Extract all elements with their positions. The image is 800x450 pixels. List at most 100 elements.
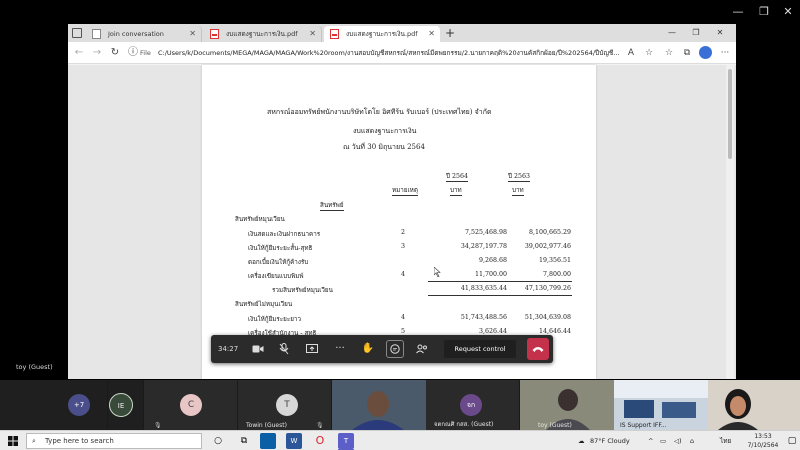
cortana-icon[interactable]: ○ (210, 433, 226, 449)
tab-pdf-2[interactable]: งบแสดงฐานะการเงิน.pdf ✕ (324, 26, 440, 42)
request-control-button[interactable]: Request control (444, 340, 516, 358)
tab-label: Join conversation (108, 30, 164, 38)
url-scheme: File (140, 49, 151, 57)
refresh-icon[interactable]: ↻ (108, 46, 122, 60)
presenter-name: toy (Guest) (16, 363, 53, 371)
more-actions-icon[interactable]: ··· (331, 340, 349, 358)
participant-avatar: C (180, 394, 202, 416)
section-assets: สินทรัพย์ (320, 202, 344, 211)
tab-join-conversation[interactable]: Join conversation ✕ (86, 26, 202, 42)
pdf-scrollbar[interactable] (726, 65, 734, 379)
page-icon (92, 29, 101, 39)
browser-close-button[interactable]: ✕ (710, 26, 730, 40)
mic-muted-icon: 🎙 (316, 422, 324, 429)
hang-up-button[interactable] (527, 338, 549, 360)
raise-hand-icon[interactable]: ✋ (359, 340, 377, 358)
edge-icon[interactable] (260, 433, 276, 449)
browser-minimize-button[interactable]: — (662, 26, 682, 40)
row-note: 3 (401, 243, 406, 250)
row-value-2: 7,800.00 (542, 271, 571, 278)
participant-name: IS Support IFF... (620, 422, 667, 429)
doc-subtitle: งบแสดงฐานะการเงิน (353, 127, 417, 135)
section-current-assets: สินทรัพย์หมุนเวียน (235, 216, 285, 223)
participant-overflow[interactable]: +7 (0, 380, 108, 430)
opera-icon[interactable]: O (312, 433, 328, 449)
notifications-icon[interactable]: ▢ (786, 433, 798, 449)
search-icon: ⌕ (32, 437, 36, 445)
collections-icon[interactable]: ⧉ (680, 46, 694, 60)
read-aloud-icon[interactable]: A (624, 46, 638, 60)
favorite-icon[interactable]: ☆ (642, 46, 656, 60)
profile-avatar[interactable] (699, 46, 712, 59)
url-field[interactable]: File C:/Users/k/Documents/MEGA/MAGA/MAGA… (140, 46, 620, 60)
back-icon[interactable]: ← (72, 46, 86, 60)
participant-video[interactable] (708, 380, 800, 430)
forward-icon[interactable]: → (90, 46, 104, 60)
pdf-icon (330, 29, 339, 39)
participants-icon[interactable] (413, 340, 431, 358)
col-unit-2: บาท (512, 187, 524, 196)
share-screen-icon[interactable] (303, 340, 321, 358)
windows-start-icon[interactable] (5, 433, 21, 449)
col-year-2: ปี 2563 (508, 173, 531, 182)
participant-avatar: จก (460, 394, 482, 416)
word-icon[interactable]: W (286, 433, 302, 449)
weather-icon[interactable]: ☁ (578, 431, 585, 450)
pdf-page: สหกรณ์ออมทรัพย์พนักงานบริษัทโตโย อิศทีร้… (202, 65, 596, 379)
info-icon[interactable]: ⓘ (126, 46, 140, 60)
participant-name: toy (Guest) (538, 422, 572, 429)
tab-pdf-1[interactable]: งบแสดงฐานะการเงิน.pdf ✕ (204, 26, 322, 42)
mouse-cursor-icon (434, 267, 441, 277)
total-current-value-2: 47,130,799.26 (524, 285, 571, 292)
clock-time: 13:53 (754, 433, 772, 440)
chat-icon[interactable] (386, 340, 404, 358)
close-tab-icon[interactable]: ✕ (189, 26, 196, 42)
participants-strip: +7 IE C 🎙 T Towin (Guest) 🎙 จก จตกณศิ กส… (0, 380, 800, 430)
participant-tile[interactable]: T Towin (Guest) 🎙 (238, 380, 332, 430)
col-year-1: ปี 2564 (446, 173, 469, 182)
participant-video[interactable]: IS Support IFF... (614, 380, 708, 430)
url-text: C:/Users/k/Documents/MEGA/MAGA/MAGA/Work… (157, 49, 620, 57)
taskbar-search-input[interactable]: ⌕ Type here to search (26, 433, 202, 449)
browser-restore-button[interactable]: ❐ (686, 26, 706, 40)
network-icon[interactable]: ▭ (660, 431, 666, 450)
taskbar-clock[interactable]: 13:53 7/10/2564 (740, 432, 786, 450)
weather-text[interactable]: 87°F Cloudy (590, 431, 630, 450)
mic-muted-icon[interactable] (275, 340, 293, 358)
scroll-thumb[interactable] (728, 69, 732, 159)
close-tab-icon[interactable]: ✕ (428, 26, 435, 42)
teams-icon[interactable]: T (338, 433, 354, 449)
participant-tile[interactable]: จก จตกณศิ กสส. (Guest) (426, 380, 520, 430)
more-icon[interactable]: ··· (718, 46, 732, 60)
search-placeholder: Type here to search (45, 437, 114, 445)
row-value-2: 51,304,639.08 (524, 314, 571, 321)
call-toolbar: 34:27 ··· ✋ Request control (211, 335, 553, 363)
call-timer: 34:27 (218, 345, 239, 353)
participant-video[interactable] (332, 380, 426, 430)
tab-actions-icon[interactable] (72, 28, 82, 38)
row-label: เงินให้กู้ยืมระยะสั้น-สุทธิ (248, 245, 313, 252)
new-tab-button[interactable]: + (443, 26, 457, 40)
close-button[interactable]: ✕ (780, 4, 796, 20)
participant-video[interactable]: toy (Guest) (520, 380, 614, 430)
pdf-icon (210, 29, 219, 39)
tray-overflow-icon[interactable]: ^ (648, 431, 653, 450)
participant-tile[interactable]: C 🎙 (144, 380, 238, 430)
windows-taskbar: ⌕ Type here to search ○ ⧉ W O T ☁ 87°F C… (0, 430, 800, 450)
volume-icon[interactable]: ◁) (674, 431, 682, 450)
input-language[interactable]: ไทย (720, 431, 731, 450)
row-label: ดอกเบี้ยเงินให้กู้ค้างรับ (248, 259, 309, 266)
row-value-2: 39,002,977.46 (524, 243, 571, 250)
minimize-button[interactable]: — (730, 4, 746, 20)
close-tab-icon[interactable]: ✕ (309, 26, 316, 42)
participant-tile[interactable]: IE (108, 380, 144, 430)
lock-icon[interactable]: ⌂ (690, 431, 694, 450)
task-view-icon[interactable]: ⧉ (236, 433, 252, 449)
doc-title: สหกรณ์ออมทรัพย์พนักงานบริษัทโตโย อิศทีร้… (267, 108, 492, 116)
participant-name: จตกณศิ กสส. (Guest) (434, 421, 494, 428)
browser-window: Join conversation ✕ งบแสดงฐานะการเงิน.pd… (68, 24, 736, 379)
total-line (490, 295, 572, 296)
favorites-icon[interactable]: ☆ (662, 46, 676, 60)
camera-icon[interactable] (249, 340, 267, 358)
maximize-button[interactable]: ❐ (756, 4, 772, 20)
